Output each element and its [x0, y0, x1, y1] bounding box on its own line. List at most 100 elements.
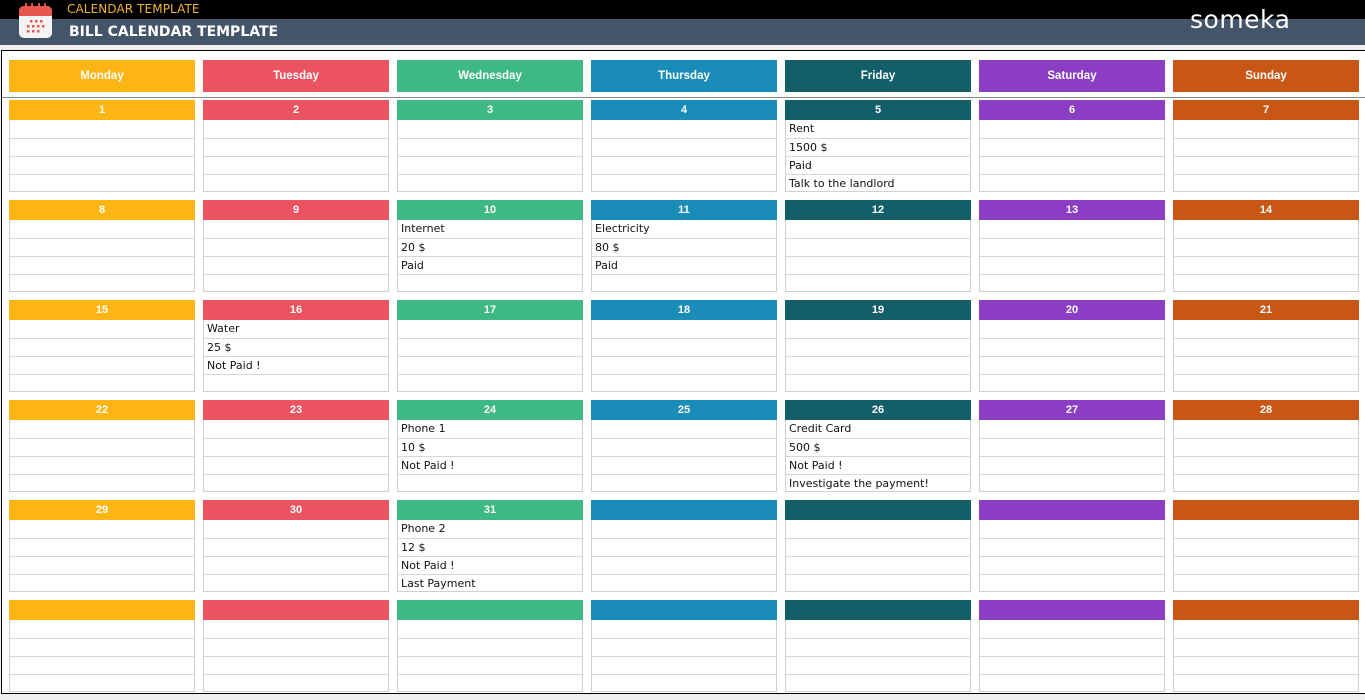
- bill-entry-line[interactable]: 25 $: [204, 338, 388, 356]
- bill-entry-line[interactable]: [592, 638, 776, 656]
- bill-entry-line[interactable]: [398, 474, 582, 492]
- day-cell[interactable]: [979, 500, 1165, 592]
- bill-entry-line[interactable]: [980, 456, 1164, 474]
- bill-entry-line[interactable]: [980, 256, 1164, 274]
- bill-entry-line[interactable]: [592, 520, 776, 538]
- bill-entry-line[interactable]: [1174, 656, 1358, 674]
- bill-entry-line[interactable]: 500 $: [786, 438, 970, 456]
- bill-entry-line[interactable]: [592, 656, 776, 674]
- bill-entry-line[interactable]: [786, 674, 970, 692]
- bill-entry-line[interactable]: [786, 638, 970, 656]
- bill-entry-line[interactable]: [980, 538, 1164, 556]
- day-cell[interactable]: 1: [9, 100, 195, 192]
- bill-entry-line[interactable]: [10, 456, 194, 474]
- bill-entry-line[interactable]: [1174, 274, 1358, 292]
- bill-entry-line[interactable]: [204, 274, 388, 292]
- bill-entry-line[interactable]: [786, 238, 970, 256]
- bill-entry-line[interactable]: [204, 238, 388, 256]
- bill-entry-line[interactable]: [398, 356, 582, 374]
- bill-entry-line[interactable]: [1174, 674, 1358, 692]
- bill-entry-line[interactable]: [10, 620, 194, 638]
- bill-entry-line[interactable]: [1174, 456, 1358, 474]
- bill-entry-line[interactable]: [786, 320, 970, 338]
- bill-entry-line[interactable]: [204, 656, 388, 674]
- bill-entry-line[interactable]: [592, 438, 776, 456]
- day-cell[interactable]: 4: [591, 100, 777, 192]
- bill-entry-line[interactable]: [204, 574, 388, 592]
- bill-entry-line[interactable]: [1174, 256, 1358, 274]
- day-cell[interactable]: 21: [1173, 300, 1359, 392]
- day-cell[interactable]: 7: [1173, 100, 1359, 192]
- bill-entry-line[interactable]: [980, 620, 1164, 638]
- bill-entry-line[interactable]: Internet: [398, 220, 582, 238]
- bill-entry-line[interactable]: [204, 420, 388, 438]
- bill-entry-line[interactable]: [980, 556, 1164, 574]
- bill-entry-line[interactable]: Not Paid !: [398, 456, 582, 474]
- bill-entry-line[interactable]: Phone 1: [398, 420, 582, 438]
- day-cell[interactable]: 30: [203, 500, 389, 592]
- bill-entry-line[interactable]: [398, 620, 582, 638]
- bill-entry-line[interactable]: [1174, 374, 1358, 392]
- bill-entry-line[interactable]: [1174, 520, 1358, 538]
- day-cell[interactable]: [9, 600, 195, 692]
- bill-entry-line[interactable]: [786, 520, 970, 538]
- bill-entry-line[interactable]: [1174, 420, 1358, 438]
- bill-entry-line[interactable]: Not Paid !: [204, 356, 388, 374]
- bill-entry-line[interactable]: [980, 674, 1164, 692]
- bill-entry-line[interactable]: [592, 138, 776, 156]
- bill-entry-line[interactable]: [10, 120, 194, 138]
- bill-entry-line[interactable]: [398, 174, 582, 192]
- bill-entry-line[interactable]: 80 $: [592, 238, 776, 256]
- bill-entry-line[interactable]: Talk to the landlord: [786, 174, 970, 192]
- bill-entry-line[interactable]: [204, 138, 388, 156]
- bill-entry-line[interactable]: [786, 656, 970, 674]
- bill-entry-line[interactable]: 12 $: [398, 538, 582, 556]
- bill-entry-line[interactable]: Electricity: [592, 220, 776, 238]
- bill-entry-line[interactable]: [1174, 138, 1358, 156]
- bill-entry-line[interactable]: [592, 420, 776, 438]
- bill-entry-line[interactable]: [398, 274, 582, 292]
- bill-entry-line[interactable]: [204, 556, 388, 574]
- bill-entry-line[interactable]: [398, 374, 582, 392]
- day-cell[interactable]: 17: [397, 300, 583, 392]
- bill-entry-line[interactable]: [980, 338, 1164, 356]
- brand-logo[interactable]: someka: [1190, 5, 1290, 34]
- bill-entry-line[interactable]: [10, 674, 194, 692]
- day-cell[interactable]: 26 Credit Card 500 $ Not Paid ! Investigate …: [785, 400, 971, 492]
- bill-entry-line[interactable]: [204, 620, 388, 638]
- day-cell[interactable]: 10 Internet 20 $ Paid: [397, 200, 583, 292]
- bill-entry-line[interactable]: [10, 174, 194, 192]
- day-cell[interactable]: 11 Electricity 80 $ Paid: [591, 200, 777, 292]
- bill-entry-line[interactable]: [786, 220, 970, 238]
- day-cell[interactable]: 24 Phone 1 10 $ Not Paid !: [397, 400, 583, 492]
- bill-entry-line[interactable]: [10, 656, 194, 674]
- bill-entry-line[interactable]: [786, 574, 970, 592]
- day-cell[interactable]: 5 Rent 1500 $ Paid Talk to the landlord: [785, 100, 971, 192]
- bill-entry-line[interactable]: [1174, 320, 1358, 338]
- day-cell[interactable]: [785, 500, 971, 592]
- day-cell[interactable]: 31 Phone 2 12 $ Not Paid ! Last Payment: [397, 500, 583, 592]
- bill-entry-line[interactable]: [786, 274, 970, 292]
- bill-entry-line[interactable]: [592, 620, 776, 638]
- bill-entry-line[interactable]: [10, 538, 194, 556]
- day-cell[interactable]: 19: [785, 300, 971, 392]
- bill-entry-line[interactable]: [204, 520, 388, 538]
- bill-entry-line[interactable]: [980, 420, 1164, 438]
- day-cell[interactable]: [591, 600, 777, 692]
- bill-entry-line[interactable]: [204, 538, 388, 556]
- bill-entry-line[interactable]: [786, 256, 970, 274]
- day-cell[interactable]: [785, 600, 971, 692]
- bill-entry-line[interactable]: [980, 356, 1164, 374]
- bill-entry-line[interactable]: [980, 238, 1164, 256]
- day-cell[interactable]: 8: [9, 200, 195, 292]
- bill-entry-line[interactable]: [592, 356, 776, 374]
- bill-entry-line[interactable]: [592, 174, 776, 192]
- bill-entry-line[interactable]: Not Paid !: [786, 456, 970, 474]
- bill-entry-line[interactable]: [1174, 538, 1358, 556]
- bill-entry-line[interactable]: [10, 320, 194, 338]
- bill-entry-line[interactable]: [980, 320, 1164, 338]
- bill-entry-line[interactable]: [980, 156, 1164, 174]
- bill-entry-line[interactable]: [1174, 574, 1358, 592]
- bill-entry-line[interactable]: [204, 220, 388, 238]
- bill-entry-line[interactable]: [398, 338, 582, 356]
